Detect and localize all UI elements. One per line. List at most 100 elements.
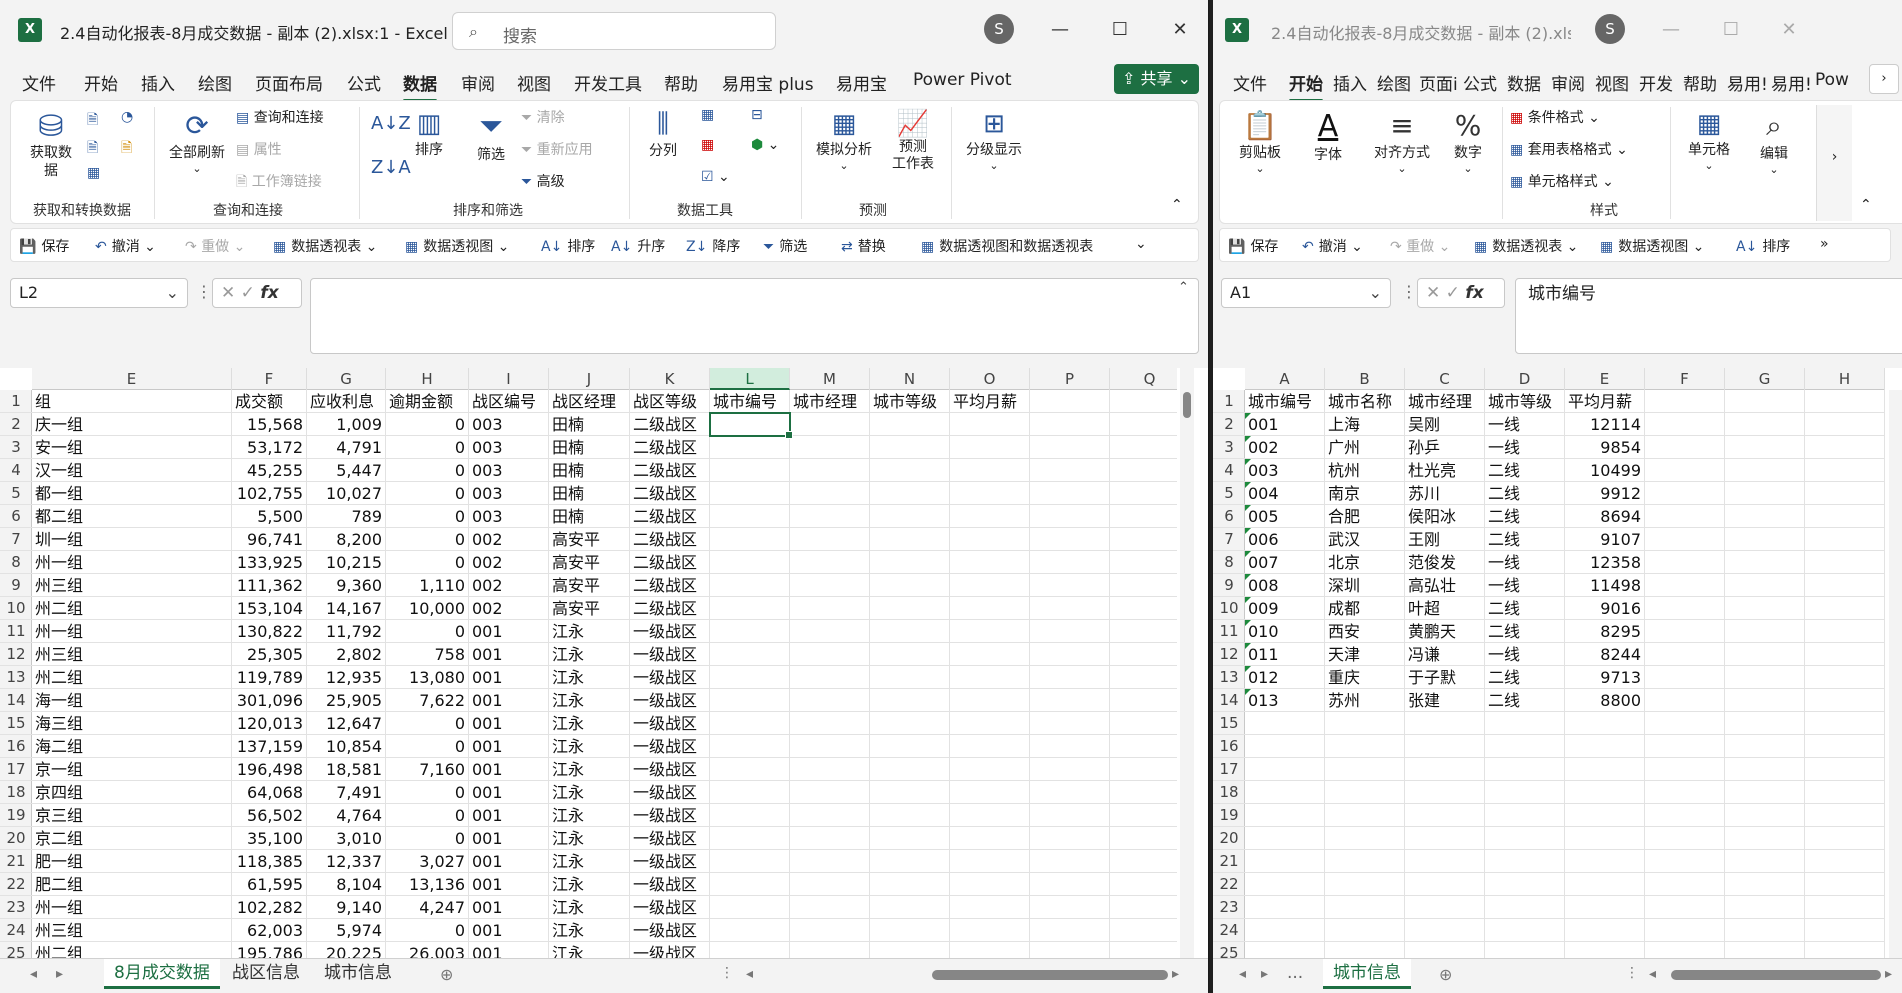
- row-header[interactable]: 8: [0, 551, 32, 574]
- cell[interactable]: 7,160: [386, 758, 469, 781]
- menu-power-pivot[interactable]: Power Pivot: [913, 70, 1012, 90]
- cell[interactable]: 9,140: [307, 896, 386, 919]
- cell[interactable]: 都二组: [32, 505, 232, 528]
- cell[interactable]: 南京: [1325, 482, 1405, 505]
- cell[interactable]: 二级战区: [630, 505, 710, 528]
- cell[interactable]: 一线: [1485, 436, 1565, 459]
- cell[interactable]: 153,104: [232, 597, 307, 620]
- cell[interactable]: 62,003: [232, 919, 307, 942]
- row-header[interactable]: 14: [0, 689, 32, 712]
- cell[interactable]: 应收利息: [307, 390, 386, 413]
- cell[interactable]: 001: [469, 689, 549, 712]
- cell[interactable]: [710, 712, 790, 735]
- cell[interactable]: 96,741: [232, 528, 307, 551]
- menu-help[interactable]: 帮助: [1683, 70, 1717, 95]
- column-header[interactable]: A: [1245, 368, 1325, 390]
- cell[interactable]: 0: [386, 482, 469, 505]
- cell[interactable]: [1565, 919, 1645, 942]
- cell[interactable]: 9713: [1565, 666, 1645, 689]
- cell[interactable]: [870, 689, 950, 712]
- cell[interactable]: [1645, 712, 1725, 735]
- cell[interactable]: [1645, 896, 1725, 919]
- cell[interactable]: [1110, 597, 1177, 620]
- cell[interactable]: 江永: [549, 804, 630, 827]
- workbook-links-button[interactable]: 🗎 工作簿链接: [236, 171, 322, 195]
- cell[interactable]: [1110, 643, 1177, 666]
- cell[interactable]: 一级战区: [630, 735, 710, 758]
- more-options-icon[interactable]: ⋮: [720, 965, 734, 981]
- cell[interactable]: [710, 666, 790, 689]
- cell[interactable]: [1030, 666, 1110, 689]
- menu-review[interactable]: 审阅: [1551, 70, 1585, 95]
- cell[interactable]: 一级战区: [630, 620, 710, 643]
- cell[interactable]: [1030, 528, 1110, 551]
- row-header[interactable]: 17: [0, 758, 32, 781]
- cell[interactable]: 二级战区: [630, 413, 710, 436]
- cell[interactable]: 12114: [1565, 413, 1645, 436]
- cell[interactable]: 一线: [1485, 551, 1565, 574]
- cell[interactable]: 53,172: [232, 436, 307, 459]
- cell[interactable]: [1725, 689, 1805, 712]
- cell[interactable]: 25,305: [232, 643, 307, 666]
- cell[interactable]: [870, 436, 950, 459]
- cell[interactable]: 一级战区: [630, 758, 710, 781]
- cell[interactable]: 007: [1245, 551, 1325, 574]
- menu-yiyongbao[interactable]: 易用宝: [836, 70, 887, 95]
- row-header[interactable]: 23: [0, 896, 32, 919]
- qat-more-icon[interactable]: »: [1820, 236, 1829, 252]
- text-to-columns-button[interactable]: ⫼ 分列: [641, 109, 685, 160]
- cell[interactable]: 一级战区: [630, 666, 710, 689]
- cell[interactable]: [1030, 390, 1110, 413]
- cell[interactable]: [1565, 758, 1645, 781]
- cell[interactable]: [950, 781, 1030, 804]
- cell[interactable]: [1485, 919, 1565, 942]
- cell[interactable]: [1565, 735, 1645, 758]
- cell[interactable]: 001: [469, 919, 549, 942]
- cell[interactable]: 001: [469, 712, 549, 735]
- cell[interactable]: 田楠: [549, 413, 630, 436]
- cell[interactable]: [1110, 873, 1177, 896]
- cell[interactable]: 3,027: [386, 850, 469, 873]
- row-header[interactable]: 4: [0, 459, 32, 482]
- cell[interactable]: 0: [386, 436, 469, 459]
- cell[interactable]: 二线: [1485, 666, 1565, 689]
- horizontal-scrollbar-thumb[interactable]: [1671, 970, 1881, 980]
- cell[interactable]: 城市编号: [710, 390, 790, 413]
- cell[interactable]: 9912: [1565, 482, 1645, 505]
- row-header[interactable]: 19: [1213, 804, 1245, 827]
- row-header[interactable]: 11: [0, 620, 32, 643]
- collapse-ribbon-icon[interactable]: ⌃: [1860, 197, 1872, 213]
- cell[interactable]: [1030, 758, 1110, 781]
- cell[interactable]: 西安: [1325, 620, 1405, 643]
- cell[interactable]: [950, 528, 1030, 551]
- cell[interactable]: 011: [1245, 643, 1325, 666]
- add-sheet-icon[interactable]: ⊕: [1439, 965, 1452, 984]
- cell[interactable]: 111,362: [232, 574, 307, 597]
- menu-file[interactable]: 文件: [22, 70, 56, 95]
- cell[interactable]: [870, 597, 950, 620]
- name-box[interactable]: L2 ⌄: [10, 278, 188, 308]
- cell[interactable]: [1645, 850, 1725, 873]
- cell[interactable]: [950, 505, 1030, 528]
- row-header[interactable]: 13: [0, 666, 32, 689]
- row-header[interactable]: 22: [1213, 873, 1245, 896]
- cell[interactable]: [1645, 620, 1725, 643]
- cell[interactable]: [1030, 551, 1110, 574]
- cell[interactable]: [1030, 850, 1110, 873]
- collapse-formula-icon[interactable]: ⌃: [1178, 280, 1189, 295]
- cell[interactable]: 12,647: [307, 712, 386, 735]
- cell[interactable]: 广州: [1325, 436, 1405, 459]
- cell[interactable]: 一级战区: [630, 712, 710, 735]
- cell[interactable]: [1245, 781, 1325, 804]
- cell[interactable]: 州三组: [32, 919, 232, 942]
- cell[interactable]: 18,581: [307, 758, 386, 781]
- cell[interactable]: 003: [469, 505, 549, 528]
- cell[interactable]: [1645, 413, 1725, 436]
- cell[interactable]: 004: [1245, 482, 1325, 505]
- cell[interactable]: [1325, 850, 1405, 873]
- cell[interactable]: [1485, 873, 1565, 896]
- cell[interactable]: 二级战区: [630, 597, 710, 620]
- cell[interactable]: [1110, 896, 1177, 919]
- cell[interactable]: [1805, 781, 1885, 804]
- cell[interactable]: 12358: [1565, 551, 1645, 574]
